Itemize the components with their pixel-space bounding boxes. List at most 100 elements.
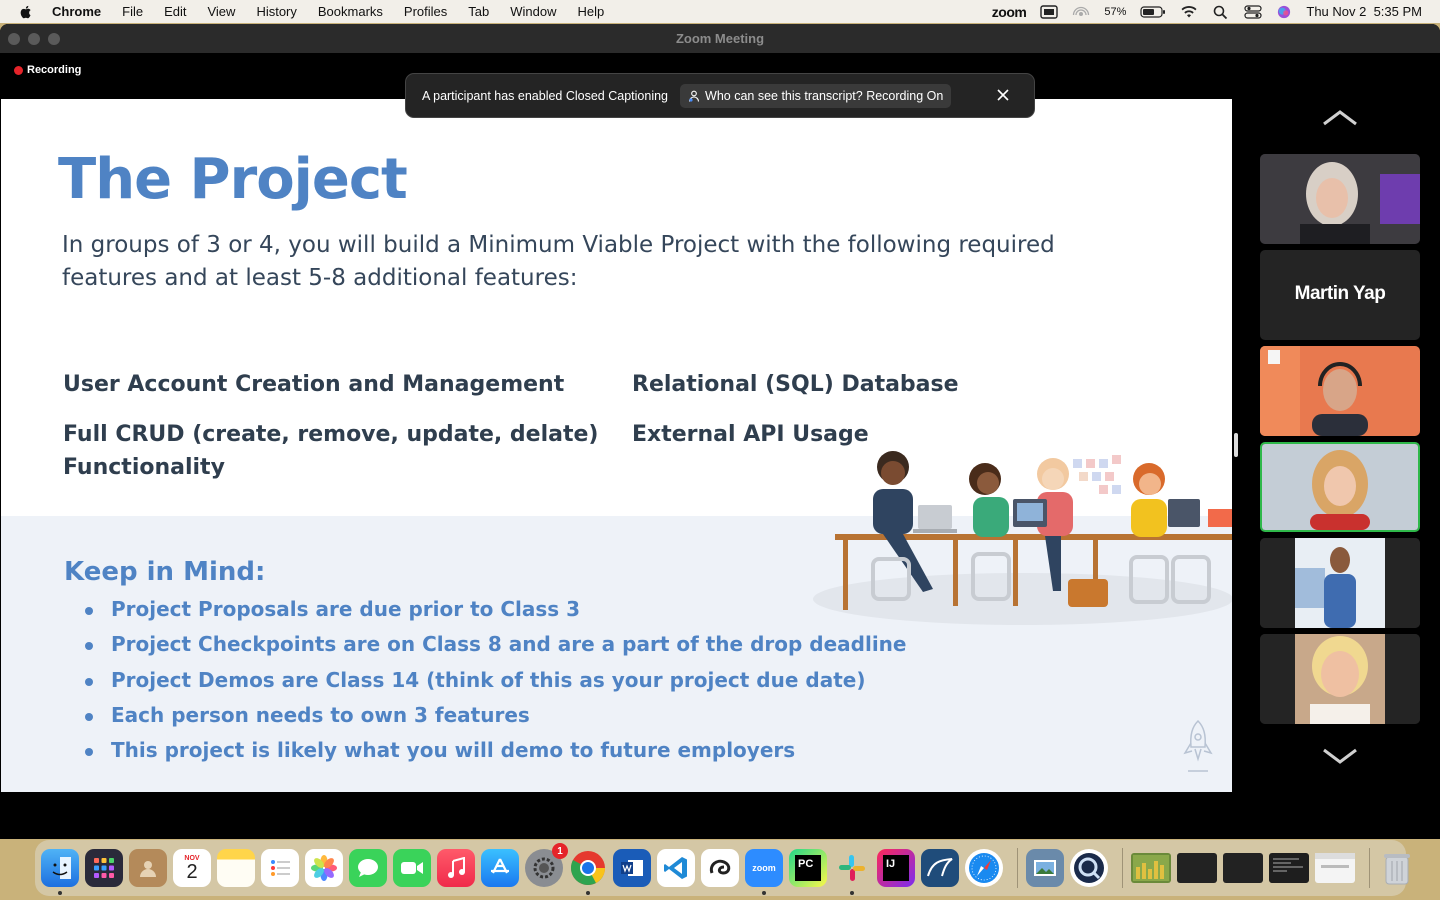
zoom-meeting-window: Zoom Meeting Recording A participant has… bbox=[0, 24, 1440, 839]
notification-badge: 1 bbox=[552, 843, 568, 859]
minimized-window-thumbnail[interactable] bbox=[1223, 853, 1263, 883]
mysql-workbench-icon[interactable] bbox=[921, 849, 959, 887]
minimized-window-thumbnail[interactable] bbox=[1269, 853, 1309, 883]
pycharm-icon[interactable]: PC bbox=[789, 849, 827, 887]
launchpad-icon[interactable] bbox=[85, 849, 123, 887]
finder-icon[interactable] bbox=[41, 849, 79, 895]
spotlight-search-icon[interactable] bbox=[1212, 5, 1230, 19]
menu-bookmarks[interactable]: Bookmarks bbox=[318, 4, 383, 19]
zoom-app-icon[interactable]: zoom bbox=[745, 849, 783, 895]
list-item: Project Checkpoints are on Class 8 and a… bbox=[83, 632, 906, 667]
minimized-window-thumbnail[interactable] bbox=[1131, 853, 1171, 883]
chevron-down-icon[interactable] bbox=[1322, 746, 1358, 766]
menubar-status-area: zoom 57% Thu Nov 2 5:35 PM bbox=[992, 0, 1422, 23]
chrome-icon[interactable] bbox=[569, 849, 607, 895]
quicktime-icon[interactable] bbox=[1070, 849, 1108, 887]
menu-tab[interactable]: Tab bbox=[468, 4, 489, 19]
list-item: Each person needs to own 3 features bbox=[83, 703, 906, 738]
participant-video-tile[interactable] bbox=[1260, 346, 1420, 436]
menu-view[interactable]: View bbox=[207, 4, 235, 19]
siri-icon[interactable] bbox=[1276, 5, 1292, 19]
apple-icon[interactable] bbox=[18, 4, 34, 20]
participant-video-tile-active-speaker[interactable] bbox=[1260, 442, 1420, 532]
menu-window[interactable]: Window bbox=[510, 4, 556, 19]
participant-video bbox=[1260, 634, 1420, 724]
participant-video bbox=[1260, 346, 1420, 436]
safari-icon[interactable] bbox=[965, 849, 1003, 887]
pycharm-label: PC bbox=[795, 855, 821, 881]
participant-video-tile[interactable] bbox=[1260, 154, 1420, 244]
list-item: This project is likely what you will dem… bbox=[83, 738, 906, 773]
battery-icon[interactable] bbox=[1140, 5, 1166, 19]
recording-indicator[interactable]: Recording bbox=[14, 64, 81, 76]
participant-video-tile[interactable] bbox=[1260, 634, 1420, 724]
word-icon[interactable] bbox=[613, 849, 651, 887]
menu-profiles[interactable]: Profiles bbox=[404, 4, 447, 19]
reminders-icon[interactable] bbox=[261, 849, 299, 887]
menu-file[interactable]: File bbox=[122, 4, 143, 19]
minimized-window-thumbnail[interactable] bbox=[1177, 853, 1217, 883]
shared-slide: The Project In groups of 3 or 4, you wil… bbox=[1, 99, 1232, 792]
transcript-visibility-button[interactable]: Who can see this transcript? Recording O… bbox=[680, 83, 952, 108]
vscode-icon[interactable] bbox=[657, 849, 695, 887]
participant-video bbox=[1260, 154, 1420, 244]
feature-crud: Full CRUD (create, remove, update, delat… bbox=[63, 422, 599, 480]
dock-separator bbox=[1122, 848, 1123, 888]
music-icon[interactable] bbox=[437, 849, 475, 887]
photos-icon[interactable] bbox=[305, 849, 343, 887]
menubar-clock[interactable]: Thu Nov 2 5:35 PM bbox=[1306, 4, 1422, 19]
menu-bar: Chrome File Edit View History Bookmarks … bbox=[0, 0, 1440, 23]
trash-icon[interactable] bbox=[1378, 849, 1416, 887]
zoom-app-label: zoom bbox=[752, 863, 776, 873]
window-title: Zoom Meeting bbox=[675, 31, 765, 46]
menu-help[interactable]: Help bbox=[578, 4, 605, 19]
calendar-icon[interactable]: NOV 2 bbox=[173, 849, 211, 887]
running-indicator bbox=[58, 891, 62, 895]
resize-handle[interactable] bbox=[1234, 433, 1238, 457]
menu-edit[interactable]: Edit bbox=[164, 4, 186, 19]
wifi-icon[interactable] bbox=[1180, 5, 1198, 19]
calendar-day: 2 bbox=[186, 860, 198, 883]
intellij-icon[interactable]: IJ bbox=[877, 849, 915, 887]
messages-icon[interactable] bbox=[349, 849, 387, 887]
recording-label: Recording bbox=[27, 64, 82, 76]
recording-dot-icon bbox=[14, 65, 23, 75]
preview-icon[interactable] bbox=[1026, 849, 1064, 887]
running-indicator bbox=[586, 891, 590, 895]
menu-chrome[interactable]: Chrome bbox=[52, 4, 101, 19]
participant-video-tile[interactable] bbox=[1260, 538, 1420, 628]
close-icon[interactable] bbox=[994, 86, 1012, 104]
participant-video bbox=[1262, 444, 1418, 530]
intellij-label: IJ bbox=[883, 855, 909, 881]
facetime-icon[interactable] bbox=[393, 849, 431, 887]
participant-video bbox=[1260, 538, 1420, 628]
chevron-up-icon[interactable] bbox=[1322, 108, 1358, 128]
zoom-menubar-label[interactable]: zoom bbox=[992, 4, 1027, 20]
dock-separator bbox=[1369, 848, 1370, 888]
participant-name: Martin Yap bbox=[1294, 283, 1386, 304]
notes-icon[interactable] bbox=[217, 849, 255, 887]
person-icon bbox=[688, 90, 700, 102]
transcript-visibility-label: Who can see this transcript? Recording O… bbox=[705, 88, 944, 103]
screen-mirroring-icon[interactable] bbox=[1040, 4, 1059, 19]
feature-user-accounts: User Account Creation and Management bbox=[63, 372, 565, 397]
app-store-icon[interactable] bbox=[481, 849, 519, 887]
control-center-icon[interactable] bbox=[1244, 4, 1262, 19]
minimized-window-thumbnail[interactable] bbox=[1315, 853, 1355, 883]
menu-history[interactable]: History bbox=[256, 4, 296, 19]
slide-intro: In groups of 3 or 4, you will build a Mi… bbox=[62, 232, 1055, 291]
running-indicator bbox=[850, 891, 854, 895]
list-item: Project Proposals are due prior to Class… bbox=[83, 597, 906, 632]
codeium-icon[interactable] bbox=[701, 849, 739, 887]
battery-percent: 57% bbox=[1104, 5, 1127, 18]
window-titlebar[interactable]: Zoom Meeting bbox=[0, 24, 1440, 53]
system-settings-icon[interactable]: 1 bbox=[525, 843, 568, 887]
participant-name-tile[interactable]: Martin Yap bbox=[1260, 250, 1420, 340]
slack-icon[interactable] bbox=[833, 849, 871, 895]
dock-separator bbox=[1017, 848, 1018, 888]
cc-message: A participant has enabled Closed Caption… bbox=[422, 88, 669, 103]
contacts-icon[interactable] bbox=[129, 849, 167, 887]
keep-in-mind-list: Project Proposals are due prior to Class… bbox=[83, 597, 906, 773]
closed-caption-banner: A participant has enabled Closed Caption… bbox=[405, 73, 1035, 118]
airdrop-icon[interactable] bbox=[1072, 5, 1090, 19]
